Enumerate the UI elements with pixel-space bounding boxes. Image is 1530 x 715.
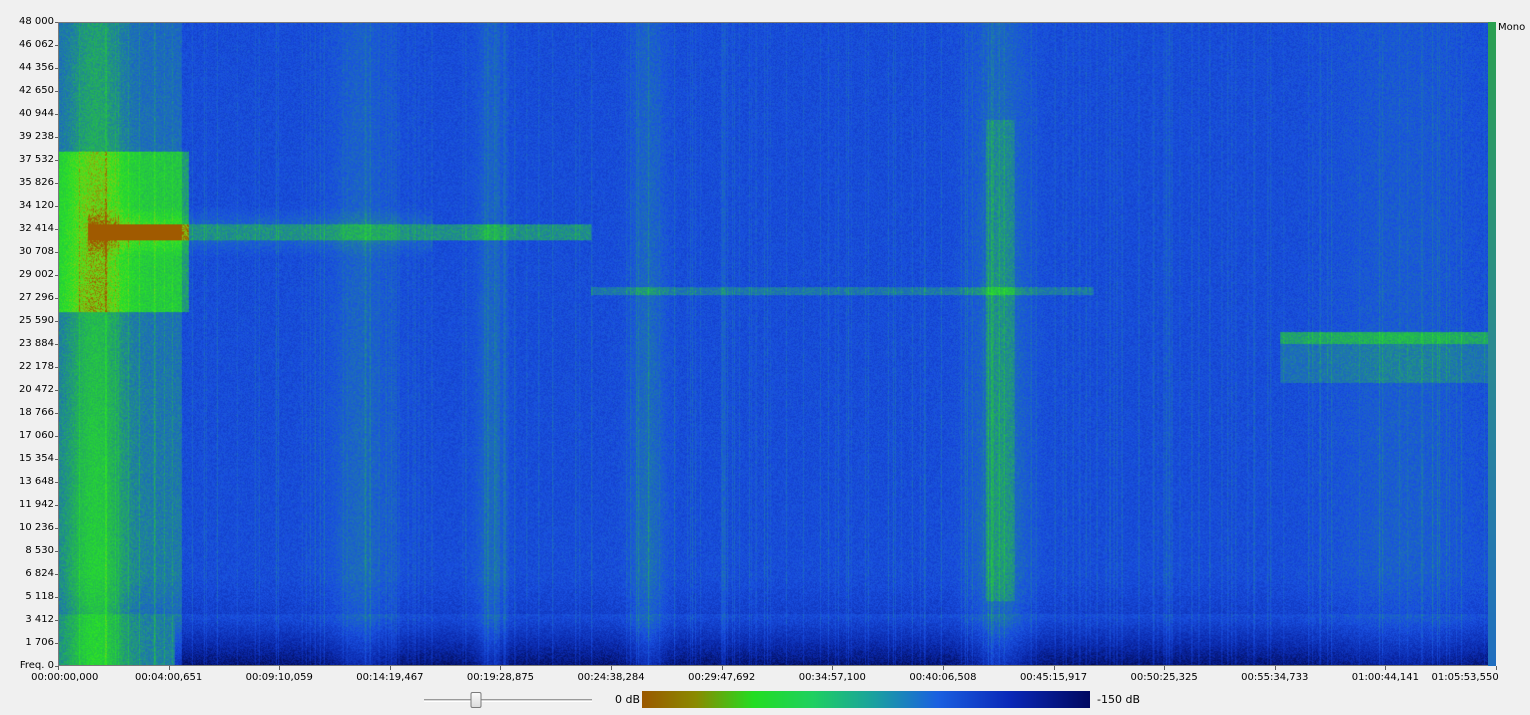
- freq-tick-label: 20 472: [19, 384, 54, 395]
- time-tick-label: 00:19:28,875: [466, 672, 535, 683]
- zoom-slider[interactable]: [424, 690, 592, 710]
- freq-tick-label: 6 824: [25, 568, 54, 579]
- time-tick-label: 00:55:34,733: [1241, 672, 1309, 683]
- time-tick-label: 01:00:44,141: [1351, 672, 1419, 683]
- scale-max-label: 0 dB: [614, 693, 640, 706]
- freq-tick-label: 23 884: [19, 338, 54, 349]
- time-tick-mark: [389, 666, 391, 670]
- freq-tick-label: 39 238: [19, 131, 54, 142]
- freq-tick-label: 8 530: [25, 545, 54, 556]
- freq-tick-label: 18 766: [19, 407, 54, 418]
- time-tick-mark: [721, 666, 723, 670]
- slider-track[interactable]: [424, 699, 592, 702]
- time-tick-label: 00:24:38,284: [577, 672, 645, 683]
- time-tick-label: 00:45:15,917: [1019, 672, 1088, 683]
- freq-tick-label: 27 296: [19, 292, 54, 303]
- time-tick-mark: [1274, 666, 1276, 670]
- freq-tick-label: 34 120: [19, 200, 54, 211]
- freq-tick-label: 37 532: [19, 154, 54, 165]
- freq-tick-label: 32 414: [19, 223, 54, 234]
- freq-tick-label: 13 648: [19, 476, 54, 487]
- scale-min-label: -150 dB: [1097, 693, 1140, 706]
- time-tick-mark: [500, 666, 502, 670]
- freq-tick-label: 10 236: [19, 522, 54, 533]
- time-tick-label: 00:14:19,467: [356, 672, 424, 683]
- time-tick-mark: [1385, 666, 1387, 670]
- freq-tick-label: 40 944: [19, 108, 54, 119]
- freq-tick-label: 29 002: [19, 269, 54, 280]
- time-tick-mark: [1164, 666, 1166, 670]
- freq-tick-label: 42 650: [19, 85, 54, 96]
- time-tick-label: 00:40:06,508: [909, 672, 977, 683]
- time-tick-mark: [1496, 666, 1497, 670]
- frequency-axis: 48 000 46 062 44 356 42 650 40 944 39 238 37 5…: [0, 0, 58, 680]
- time-tick-label: 00:34:57,100: [798, 672, 866, 683]
- time-tick-mark: [611, 666, 613, 670]
- spectrogram-plot[interactable]: [58, 22, 1496, 666]
- spectrogram-canvas[interactable]: [59, 23, 1495, 665]
- color-scale-bar: [642, 691, 1090, 708]
- freq-tick-label: 17 060: [19, 430, 54, 441]
- freq-tick-label: 11 942: [19, 499, 54, 510]
- time-tick-label: 00:04:00,651: [135, 672, 203, 683]
- channel-label: Mono: [1498, 22, 1526, 33]
- freq-tick-label: 35 826: [19, 177, 54, 188]
- freq-tick-label: 5 118: [25, 591, 54, 602]
- freq-tick-label: 25 590: [19, 315, 54, 326]
- bottom-controls: 0 dB -150 dB: [0, 686, 1530, 715]
- time-tick-mark: [58, 666, 59, 670]
- time-axis: 00:00:00,000 00:04:00,651 00:09:10,059 00:1…: [0, 666, 1530, 686]
- time-tick-label: 00:00:00,000: [31, 672, 99, 683]
- time-tick-label: 00:29:47,692: [688, 672, 756, 683]
- freq-tick-label: 15 354: [19, 453, 54, 464]
- freq-tick-label: 1 706: [25, 637, 54, 648]
- time-tick-label: 01:05:53,550: [1431, 672, 1499, 683]
- channel-indicator: [1488, 22, 1496, 666]
- freq-tick-label: 3 412: [25, 614, 54, 625]
- time-tick-mark: [279, 666, 281, 670]
- freq-tick-label: 22 178: [19, 361, 54, 372]
- spectrogram-window: 48 000 46 062 44 356 42 650 40 944 39 238 37 5…: [0, 0, 1530, 715]
- freq-tick-label: 48 000: [19, 16, 54, 27]
- time-tick-mark: [1053, 666, 1055, 670]
- time-tick-mark: [168, 666, 170, 670]
- time-tick-mark: [942, 666, 944, 670]
- freq-tick-label: 44 356: [19, 62, 54, 73]
- slider-thumb[interactable]: [470, 692, 482, 708]
- time-tick-mark: [832, 666, 834, 670]
- time-tick-label: 00:50:25,325: [1130, 672, 1198, 683]
- time-tick-label: 00:09:10,059: [245, 672, 313, 683]
- freq-tick-label: 46 062: [19, 39, 54, 50]
- freq-tick-label: 30 708: [19, 246, 54, 257]
